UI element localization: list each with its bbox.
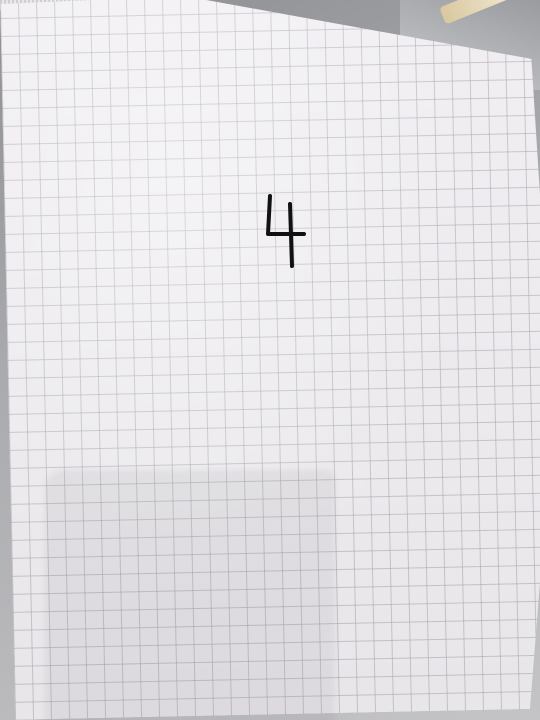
photo-scene: 4 [0,0,540,720]
hand-shadow [45,470,335,720]
handwritten-digit [266,194,306,268]
